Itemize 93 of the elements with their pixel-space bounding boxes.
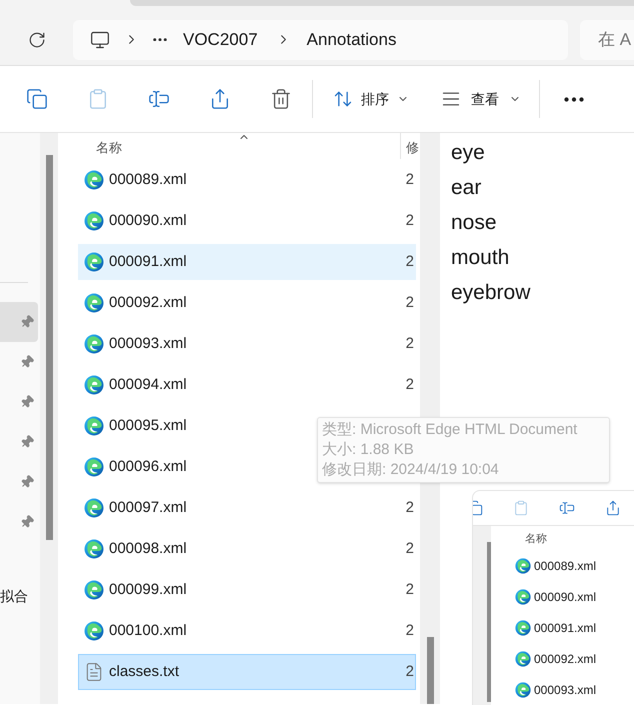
file-row[interactable]: 000099.xml 2 bbox=[78, 572, 416, 608]
browser-file-icon bbox=[84, 334, 104, 354]
file-row[interactable]: 000090.xml bbox=[515, 581, 596, 612]
view-button[interactable]: 查看 bbox=[437, 82, 525, 116]
more-icon bbox=[564, 96, 584, 102]
file-row[interactable]: 000098.xml 2 bbox=[78, 531, 416, 567]
browser-file-icon bbox=[84, 580, 104, 600]
rename-icon bbox=[559, 500, 575, 516]
file-name: 000095.xml bbox=[109, 416, 187, 436]
browser-file-icon bbox=[515, 682, 531, 698]
clipboard-icon bbox=[513, 500, 529, 516]
refresh-icon bbox=[28, 30, 46, 48]
file-row[interactable]: 000093.xml 2 bbox=[78, 326, 416, 362]
file-name: 000099.xml bbox=[109, 580, 187, 600]
file-date: 2 bbox=[406, 662, 414, 682]
file-row[interactable]: 000097.xml 2 bbox=[78, 490, 416, 526]
share-icon bbox=[209, 88, 231, 110]
file-name: 000094.xml bbox=[109, 374, 187, 395]
file-row[interactable]: 000092.xml bbox=[515, 643, 596, 674]
browser-file-icon bbox=[515, 650, 531, 666]
rename-icon bbox=[148, 88, 170, 110]
more-path-icon bbox=[153, 38, 167, 42]
scrollbar-thumb[interactable] bbox=[426, 637, 434, 704]
browser-file-icon bbox=[84, 539, 104, 559]
file-date: 2 bbox=[406, 538, 414, 559]
clipboard-icon bbox=[87, 88, 109, 110]
file-date: 2 bbox=[406, 292, 414, 313]
file-row[interactable]: 000090.xml 2 bbox=[78, 203, 416, 239]
browser-file-icon bbox=[84, 252, 104, 272]
browser-file-icon bbox=[84, 293, 104, 313]
file-row[interactable]: 000089.xml bbox=[515, 550, 596, 581]
copy-icon bbox=[26, 88, 48, 110]
breadcrumb[interactable]: VOC2007 bbox=[183, 26, 258, 52]
file-name: 000090.xml bbox=[109, 210, 187, 231]
file-date: 2 bbox=[406, 210, 414, 231]
text-line: ear bbox=[451, 175, 482, 201]
file-row[interactable]: classes.txt 2 bbox=[78, 654, 416, 690]
file-name: 000092.xml bbox=[109, 292, 187, 313]
computer-icon bbox=[90, 30, 110, 50]
file-row[interactable]: 000091.xml bbox=[515, 612, 596, 643]
nav-item[interactable] bbox=[0, 302, 38, 342]
search-field[interactable]: 在 A bbox=[580, 20, 634, 60]
scrollbar-thumb[interactable] bbox=[46, 155, 52, 540]
tooltip-line: 修改日期: 2024/4/19 10:04 bbox=[322, 460, 500, 480]
file-date: 2 bbox=[406, 334, 414, 354]
file-date: 2 bbox=[406, 580, 414, 600]
address-bar[interactable]: VOC2007 Annotations bbox=[73, 20, 568, 60]
browser-file-icon bbox=[84, 498, 104, 518]
browser-file-icon bbox=[84, 416, 104, 436]
file-row[interactable]: 000092.xml 2 bbox=[78, 285, 416, 321]
text-line: mouth bbox=[451, 245, 510, 271]
file-date: 2 bbox=[406, 374, 414, 395]
text-line: eye bbox=[451, 140, 486, 166]
browser-file-icon bbox=[515, 620, 531, 636]
sort-button[interactable]: 排序 bbox=[329, 82, 413, 116]
file-row[interactable]: 000091.xml 2 bbox=[78, 244, 416, 280]
file-row[interactable]: 000100.xml 2 bbox=[78, 613, 416, 649]
file-name: 000096.xml bbox=[109, 456, 187, 477]
file-name: 000098.xml bbox=[109, 538, 187, 559]
nav-label[interactable]: 拟合 bbox=[0, 586, 40, 607]
file-name: 000089.xml bbox=[109, 170, 187, 190]
file-row[interactable]: 000094.xml 2 bbox=[78, 367, 416, 403]
file-name: 000097.xml bbox=[109, 498, 187, 518]
file-date: 2 bbox=[406, 620, 414, 641]
column-header[interactable]: 修 bbox=[406, 138, 419, 158]
browser-file-icon bbox=[84, 375, 104, 395]
file-name: classes.txt bbox=[109, 662, 180, 682]
file-date: 2 bbox=[406, 252, 414, 272]
file-name: 000091.xml bbox=[109, 252, 187, 272]
trash-icon bbox=[270, 88, 292, 110]
column-header[interactable]: 名称 bbox=[96, 138, 122, 158]
browser-file-icon bbox=[515, 588, 531, 604]
breadcrumb[interactable]: Annotations bbox=[306, 26, 396, 52]
text-line: eyebrow bbox=[451, 280, 532, 306]
file-row[interactable]: 000089.xml 2 bbox=[78, 162, 416, 198]
file-date: 2 bbox=[406, 498, 414, 518]
file-name: 000093.xml bbox=[109, 334, 187, 354]
sort-icon bbox=[333, 89, 353, 109]
browser-file-icon bbox=[515, 558, 531, 574]
scrollbar-thumb[interactable] bbox=[487, 542, 491, 702]
tooltip-line: 类型: Microsoft Edge HTML Document bbox=[322, 420, 578, 440]
file-date: 2 bbox=[406, 170, 414, 190]
text-line: nose bbox=[451, 210, 498, 236]
browser-file-icon bbox=[84, 170, 104, 190]
browser-file-icon bbox=[84, 211, 104, 231]
browser-file-icon bbox=[84, 621, 104, 641]
file-name: 000100.xml bbox=[109, 620, 187, 641]
column-header[interactable]: 名称 bbox=[525, 528, 596, 550]
tooltip-line: 大小: 1.88 KB bbox=[322, 440, 415, 460]
text-file-icon bbox=[84, 662, 104, 682]
share-icon bbox=[605, 500, 621, 516]
file-row[interactable]: 000093.xml bbox=[515, 674, 596, 705]
browser-file-icon bbox=[84, 457, 104, 477]
